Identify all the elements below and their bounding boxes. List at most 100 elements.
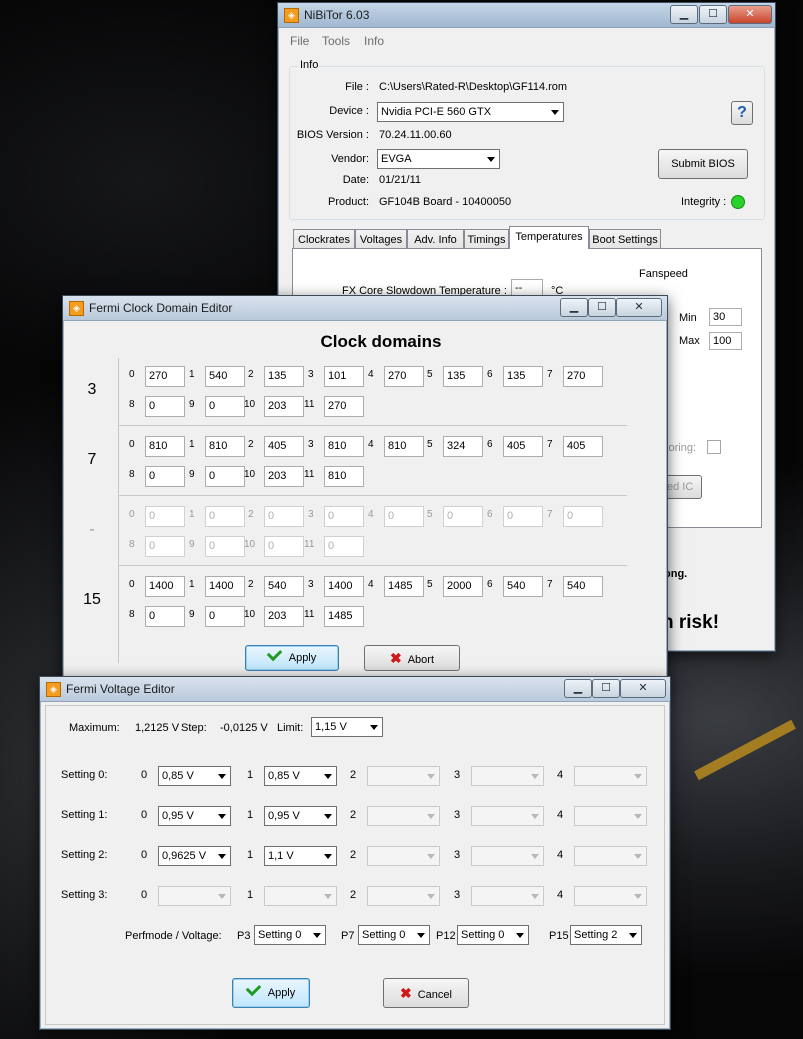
clock-value-input[interactable]: 540 (264, 576, 304, 597)
tab-adv-info[interactable]: Adv. Info (407, 229, 464, 249)
voltage-select[interactable] (471, 846, 544, 866)
maximize-button[interactable]: ☐ (592, 679, 620, 698)
clock-value-input[interactable]: 0 (205, 396, 245, 417)
clock-value-input[interactable]: 0 (205, 466, 245, 487)
clock-value-input[interactable]: 270 (563, 366, 603, 387)
clock-value-input[interactable]: 270 (324, 396, 364, 417)
voltage-select[interactable] (574, 806, 647, 826)
clock-value-input[interactable]: 540 (563, 576, 603, 597)
voltage-select[interactable] (574, 886, 647, 906)
clock-value-input[interactable]: 1485 (324, 606, 364, 627)
fanspeed-max-input[interactable]: 100 (709, 332, 742, 350)
voltage-select[interactable] (471, 766, 544, 786)
clock-value-input[interactable]: 0 (145, 396, 185, 417)
voltage-select[interactable]: 0,85 V (158, 766, 231, 786)
voltage-select[interactable] (574, 846, 647, 866)
tab-clockrates[interactable]: Clockrates (293, 229, 355, 249)
tab-boot-settings[interactable]: Boot Settings (589, 229, 661, 249)
clock-value-input[interactable]: 0 (145, 506, 185, 527)
voltage-select[interactable] (367, 846, 440, 866)
clock-value-input[interactable]: 810 (384, 436, 424, 457)
voltage-select[interactable] (264, 886, 337, 906)
menu-file[interactable]: File (290, 34, 309, 48)
clock-value-input[interactable]: 405 (264, 436, 304, 457)
voltage-apply-button[interactable]: Apply (232, 978, 310, 1008)
clock-value-input[interactable]: 0 (324, 506, 364, 527)
clock-value-input[interactable]: 1485 (384, 576, 424, 597)
clock-value-input[interactable]: 405 (503, 436, 543, 457)
tab-voltages[interactable]: Voltages (355, 229, 407, 249)
voltage-editor-titlebar[interactable]: ◈ Fermi Voltage Editor ▁ ☐ ✕ (40, 677, 670, 702)
clock-value-input[interactable]: 810 (205, 436, 245, 457)
clock-value-input[interactable]: 101 (324, 366, 364, 387)
clock-value-input[interactable]: 0 (264, 536, 304, 557)
perfmode-select[interactable]: Setting 0 (254, 925, 326, 945)
voltage-select[interactable] (471, 806, 544, 826)
tab-timings[interactable]: Timings (464, 229, 509, 249)
maximize-button[interactable]: ☐ (699, 5, 727, 24)
clock-value-input[interactable]: 1400 (205, 576, 245, 597)
clock-value-input[interactable]: 0 (145, 536, 185, 557)
voltage-select[interactable]: 0,9625 V (158, 846, 231, 866)
clock-value-input[interactable]: 270 (145, 366, 185, 387)
close-button[interactable]: ✕ (620, 679, 666, 698)
monitoring-checkbox[interactable] (707, 440, 721, 454)
voltage-select[interactable]: 1,1 V (264, 846, 337, 866)
close-button[interactable]: ✕ (728, 5, 772, 24)
voltage-select[interactable] (367, 806, 440, 826)
voltage-select[interactable] (367, 886, 440, 906)
clock-value-input[interactable]: 0 (145, 466, 185, 487)
help-button[interactable]: ? (731, 101, 753, 125)
perfmode-select[interactable]: Setting 2 (570, 925, 642, 945)
clock-value-input[interactable]: 540 (503, 576, 543, 597)
submit-bios-button[interactable]: Submit BIOS (658, 149, 748, 179)
minimize-button[interactable]: ▁ (564, 679, 592, 698)
perfmode-select[interactable]: Setting 0 (358, 925, 430, 945)
clock-value-input[interactable]: 135 (264, 366, 304, 387)
clock-value-input[interactable]: 135 (503, 366, 543, 387)
clock-value-input[interactable]: 405 (563, 436, 603, 457)
voltage-select[interactable] (367, 766, 440, 786)
voltage-select[interactable]: 0,95 V (264, 806, 337, 826)
voltage-select[interactable]: 0,95 V (158, 806, 231, 826)
clock-value-input[interactable]: 0 (205, 506, 245, 527)
clock-apply-button[interactable]: Apply (245, 645, 339, 671)
clock-value-input[interactable]: 810 (145, 436, 185, 457)
voltage-select[interactable] (158, 886, 231, 906)
clock-value-input[interactable]: 0 (205, 536, 245, 557)
clock-abort-button[interactable]: ✖ Abort (364, 645, 460, 671)
menu-tools[interactable]: Tools (322, 34, 350, 48)
clock-value-input[interactable]: 810 (324, 436, 364, 457)
vendor-select[interactable]: EVGA (377, 149, 500, 169)
nibitor-titlebar[interactable]: ◈ NiBiTor 6.03 ▁ ☐ ✕ (278, 3, 775, 28)
clock-value-input[interactable]: 1400 (145, 576, 185, 597)
clock-editor-titlebar[interactable]: ◈ Fermi Clock Domain Editor ▁ ☐ ✕ (63, 296, 667, 321)
voltage-select[interactable] (471, 886, 544, 906)
device-select[interactable]: Nvidia PCI-E 560 GTX (377, 102, 564, 122)
clock-value-input[interactable]: 0 (563, 506, 603, 527)
clock-value-input[interactable]: 270 (384, 366, 424, 387)
voltage-select[interactable] (574, 766, 647, 786)
clock-value-input[interactable]: 324 (443, 436, 483, 457)
clock-value-input[interactable]: 135 (443, 366, 483, 387)
menu-info[interactable]: Info (364, 34, 384, 48)
tab-temperatures[interactable]: Temperatures (509, 226, 589, 249)
clock-value-input[interactable]: 0 (264, 506, 304, 527)
voltage-cancel-button[interactable]: ✖ Cancel (383, 978, 469, 1008)
clock-value-input[interactable]: 0 (443, 506, 483, 527)
close-button[interactable]: ✕ (616, 298, 662, 317)
clock-value-input[interactable]: 0 (145, 606, 185, 627)
voltage-select[interactable]: 0,85 V (264, 766, 337, 786)
perfmode-select[interactable]: Setting 0 (457, 925, 529, 945)
clock-value-input[interactable]: 2000 (443, 576, 483, 597)
minimize-button[interactable]: ▁ (670, 5, 698, 24)
clock-value-input[interactable]: 540 (205, 366, 245, 387)
clock-value-input[interactable]: 0 (503, 506, 543, 527)
maximize-button[interactable]: ☐ (588, 298, 616, 317)
minimize-button[interactable]: ▁ (560, 298, 588, 317)
clock-value-input[interactable]: 203 (264, 466, 304, 487)
clock-value-input[interactable]: 0 (205, 606, 245, 627)
limit-select[interactable]: 1,15 V (311, 717, 383, 737)
clock-value-input[interactable]: 810 (324, 466, 364, 487)
clock-value-input[interactable]: 1400 (324, 576, 364, 597)
